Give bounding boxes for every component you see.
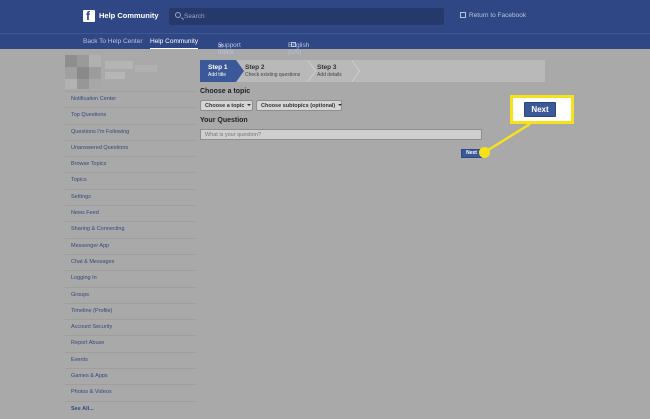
- callout-next-button: Next: [524, 102, 556, 117]
- callout-connector: [484, 122, 531, 154]
- callout-box: Next: [510, 95, 574, 124]
- callout-dot: [479, 147, 490, 158]
